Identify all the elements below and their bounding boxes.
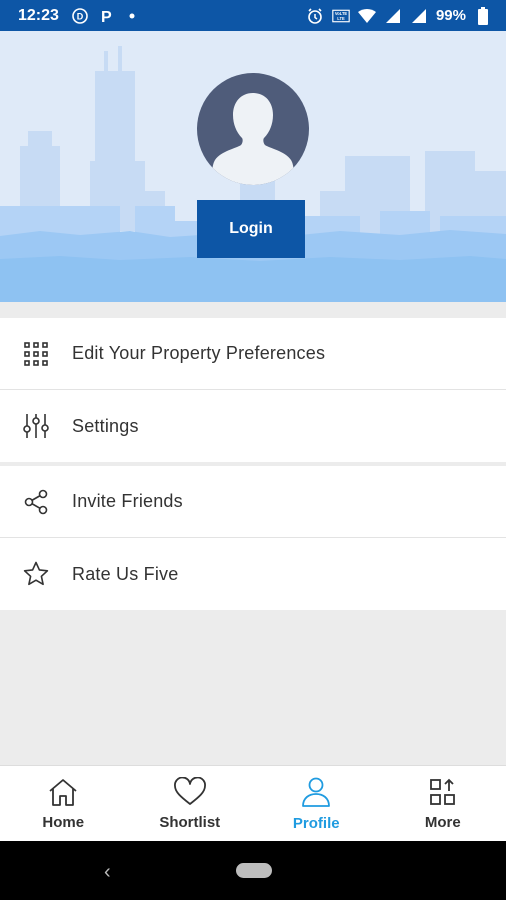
dot-icon: [123, 7, 141, 25]
star-icon: [0, 538, 72, 610]
menu-group-preferences: Edit Your Property Preferences Settings: [0, 318, 506, 462]
home-pill-icon[interactable]: [236, 863, 272, 878]
heart-icon: [173, 776, 207, 812]
svg-text:P: P: [101, 9, 112, 24]
signal-icon: [410, 7, 428, 25]
menu-item-invite-friends[interactable]: Invite Friends: [0, 466, 506, 538]
menu-item-label: Settings: [72, 415, 139, 436]
menu-item-label: Rate Us Five: [72, 563, 179, 584]
signal-icon: [384, 7, 402, 25]
login-button[interactable]: Login: [197, 200, 305, 258]
svg-text:LTE: LTE: [337, 16, 345, 21]
share-icon: [0, 466, 72, 538]
wifi-icon: [357, 7, 376, 25]
profile-hero: Login: [0, 31, 506, 302]
back-icon[interactable]: ‹: [104, 861, 111, 884]
nav-label: Profile: [292, 814, 340, 832]
profile-icon: [300, 776, 332, 813]
nav-home[interactable]: Home: [0, 766, 127, 841]
svg-text:D: D: [77, 11, 84, 21]
p-icon: P: [97, 7, 115, 25]
system-navigation-bar: ‹: [0, 841, 506, 900]
menu-item-label: Invite Friends: [72, 491, 183, 511]
menu-group-social: Invite Friends Rate Us Five: [0, 466, 506, 610]
battery-icon: [474, 6, 492, 25]
menu-item-edit-property-preferences[interactable]: Edit Your Property Preferences: [0, 318, 506, 390]
status-time: 12:23: [18, 6, 59, 24]
menu-item-settings[interactable]: Settings: [0, 390, 506, 462]
grid-dots-icon: [0, 318, 72, 390]
home-icon: [47, 777, 79, 812]
status-bar: 12:23 D P VoLTE LTE 99%: [0, 0, 506, 31]
nav-profile[interactable]: Profile: [253, 766, 380, 841]
menu-item-rate-us[interactable]: Rate Us Five: [0, 538, 506, 610]
avatar: [197, 73, 309, 185]
volte-icon: VoLTE LTE: [332, 7, 350, 25]
menu-item-label: Edit Your Property Preferences: [72, 343, 326, 363]
sliders-icon: [0, 390, 72, 462]
alarm-icon: [306, 7, 324, 25]
nav-label: Shortlist: [159, 813, 221, 831]
nav-label: More: [424, 813, 461, 831]
bottom-navigation: Home Shortlist Profile More: [0, 765, 506, 841]
nav-label: Home: [42, 813, 85, 831]
nav-more[interactable]: More: [380, 766, 506, 841]
user-silhouette-icon: [212, 93, 294, 185]
battery-percent: 99%: [435, 7, 466, 24]
d-icon: D: [71, 7, 89, 25]
more-icon: [428, 777, 458, 812]
nav-shortlist[interactable]: Shortlist: [127, 766, 254, 841]
